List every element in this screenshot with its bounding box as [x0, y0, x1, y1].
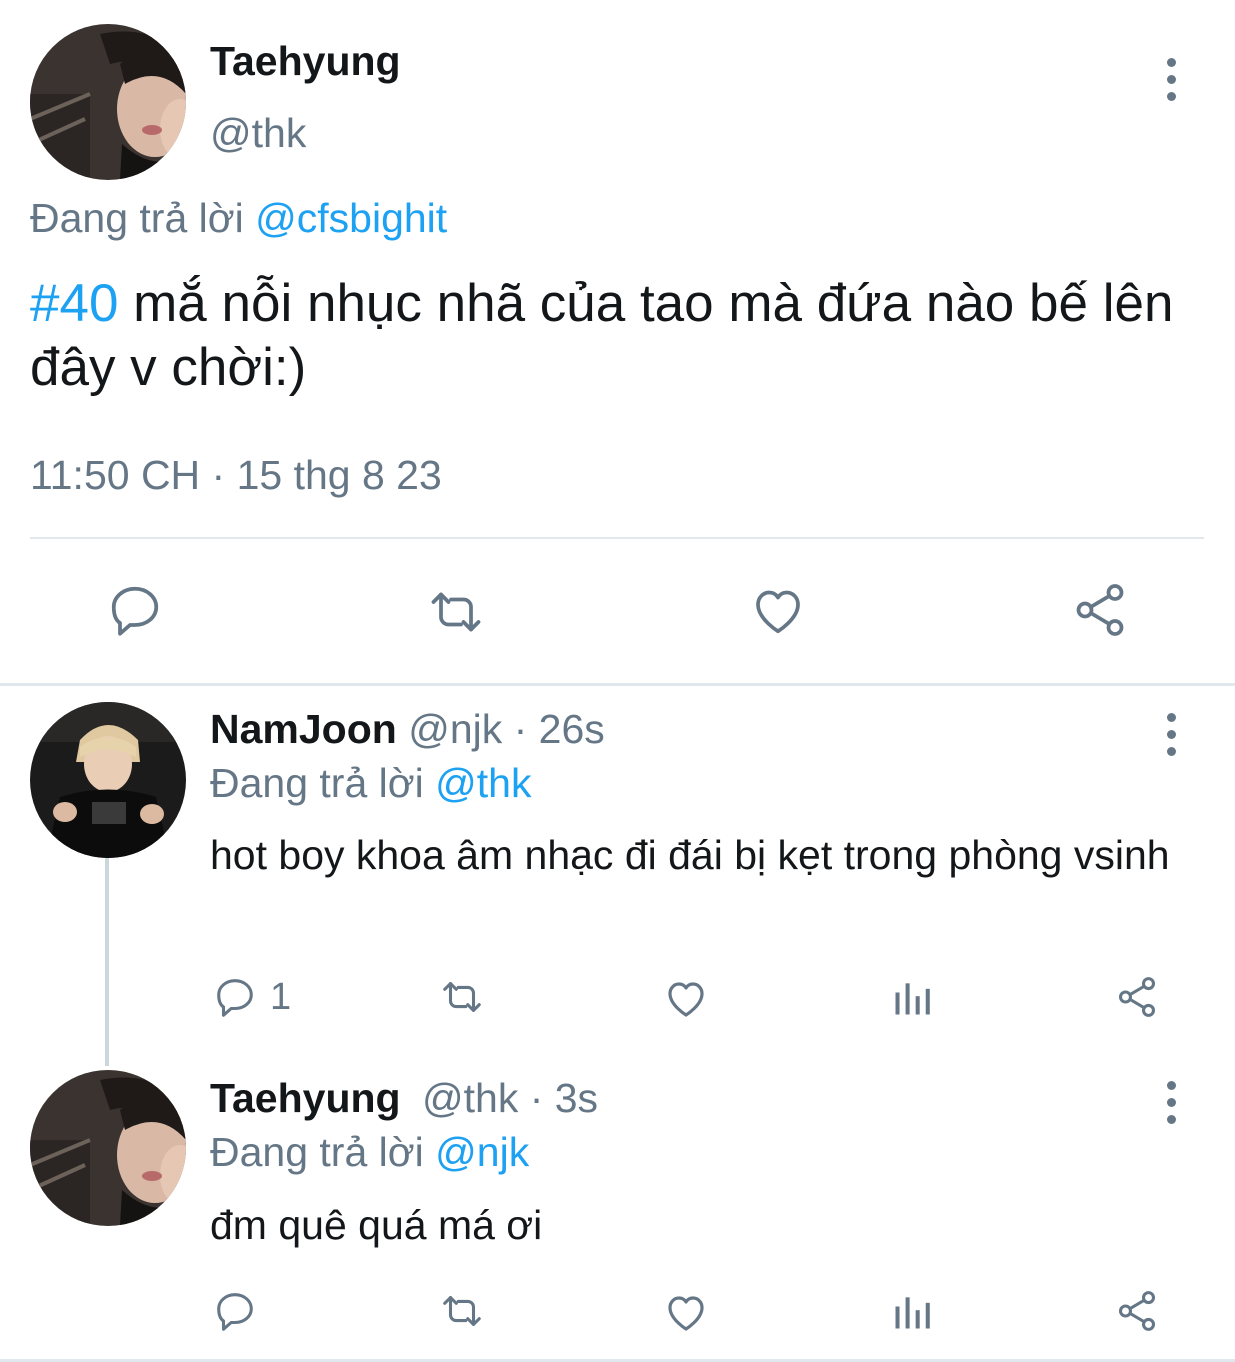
tweet-timestamp[interactable]: 11:50 CH · 15 thg 8 23: [30, 452, 442, 499]
analytics-icon[interactable]: [890, 976, 934, 1020]
author-name[interactable]: Taehyung: [210, 1075, 401, 1121]
like-icon[interactable]: [748, 580, 808, 640]
divider: [30, 537, 1204, 539]
share-icon[interactable]: [1114, 974, 1160, 1020]
replying-to-label: Đang trả lời: [30, 195, 244, 241]
handle-and-time[interactable]: @njk · 26s: [408, 706, 605, 752]
reply-header: NamJoon @njk · 26s: [210, 706, 605, 753]
replying-to-label: Đang trả lời: [210, 760, 424, 806]
retweet-icon[interactable]: [437, 974, 487, 1020]
section-divider: [0, 683, 1235, 686]
more-options-icon[interactable]: [1161, 1081, 1181, 1124]
replying-to-label: Đang trả lời: [210, 1129, 424, 1175]
replying-to-line: Đang trả lời @thk: [210, 760, 531, 807]
avatar-taehyung[interactable]: [30, 1070, 186, 1226]
share-icon[interactable]: [1070, 580, 1130, 640]
more-options-icon[interactable]: [1161, 58, 1181, 101]
hashtag-link[interactable]: #40: [30, 274, 118, 333]
replying-to-line: Đang trả lời @njk: [210, 1129, 529, 1176]
share-icon[interactable]: [1114, 1288, 1160, 1334]
reply-text: hot boy khoa âm nhạc đi đái bị kẹt trong…: [210, 832, 1170, 878]
replying-to-handle[interactable]: @njk: [435, 1129, 529, 1175]
replying-to-line: Đang trả lời @cfsbighit: [30, 195, 447, 242]
avatar-image: [30, 1070, 186, 1226]
reply-text: đm quê quá má ơi: [210, 1202, 543, 1248]
avatar-image: [30, 24, 186, 180]
like-icon[interactable]: [662, 974, 710, 1022]
like-icon[interactable]: [662, 1288, 710, 1336]
retweet-icon[interactable]: [437, 1288, 487, 1334]
avatar-image: [30, 702, 186, 858]
replying-to-handle[interactable]: @thk: [435, 760, 531, 806]
reply-count: 1: [270, 976, 292, 1018]
retweet-icon[interactable]: [425, 582, 487, 642]
reply-icon[interactable]: [212, 974, 258, 1020]
replying-to-handle[interactable]: @cfsbighit: [255, 195, 447, 241]
tweet-text: #40 mắ nỗi nhục nhã của tao mà đứa nào b…: [30, 272, 1220, 400]
reply-icon[interactable]: [212, 1288, 258, 1334]
avatar-namjoon[interactable]: [30, 702, 186, 858]
reply-header: Taehyung @thk · 3s: [210, 1075, 598, 1122]
handle-and-time[interactable]: @thk · 3s: [422, 1075, 598, 1121]
thread-line: [105, 858, 109, 1066]
tweet-body: mắ nỗi nhục nhã của tao mà đứa nào bế lê…: [30, 274, 1174, 397]
reply-icon[interactable]: [105, 580, 165, 640]
author-name[interactable]: Taehyung: [210, 38, 401, 85]
author-name[interactable]: NamJoon: [210, 706, 397, 752]
avatar-taehyung[interactable]: [30, 24, 186, 180]
analytics-icon[interactable]: [890, 1290, 934, 1334]
author-handle[interactable]: @thk: [210, 110, 306, 157]
more-options-icon[interactable]: [1161, 713, 1181, 756]
